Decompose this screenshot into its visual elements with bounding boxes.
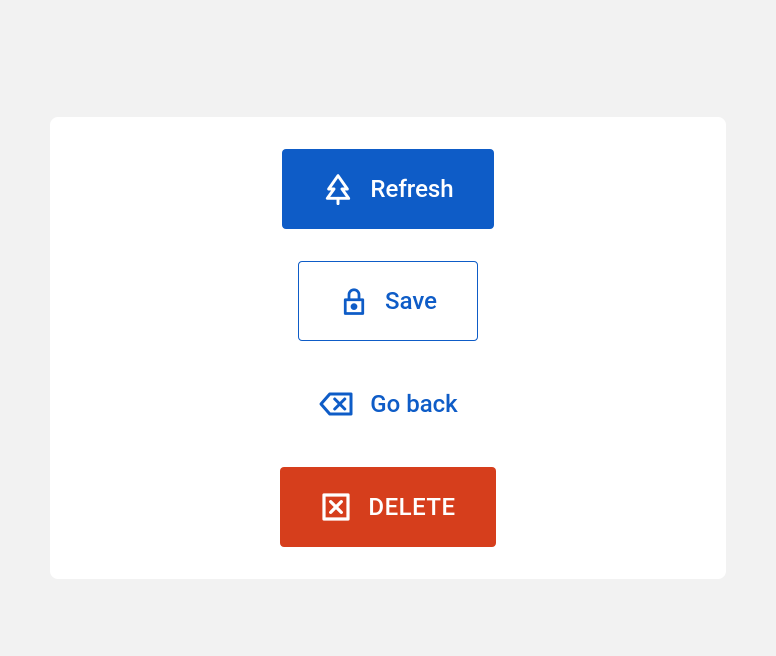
tree-icon [322, 173, 354, 205]
go-back-button[interactable]: Go back [294, 373, 481, 435]
square-x-icon [320, 491, 352, 523]
delete-label: DELETE [368, 495, 455, 519]
go-back-label: Go back [370, 392, 457, 416]
save-button[interactable]: Save [298, 261, 478, 341]
button-card: Refresh Save Go back [50, 117, 726, 579]
lock-icon [339, 286, 369, 316]
backspace-x-icon [318, 389, 354, 419]
refresh-button[interactable]: Refresh [282, 149, 493, 229]
delete-button[interactable]: DELETE [280, 467, 495, 547]
refresh-label: Refresh [370, 177, 453, 201]
save-label: Save [385, 289, 437, 313]
